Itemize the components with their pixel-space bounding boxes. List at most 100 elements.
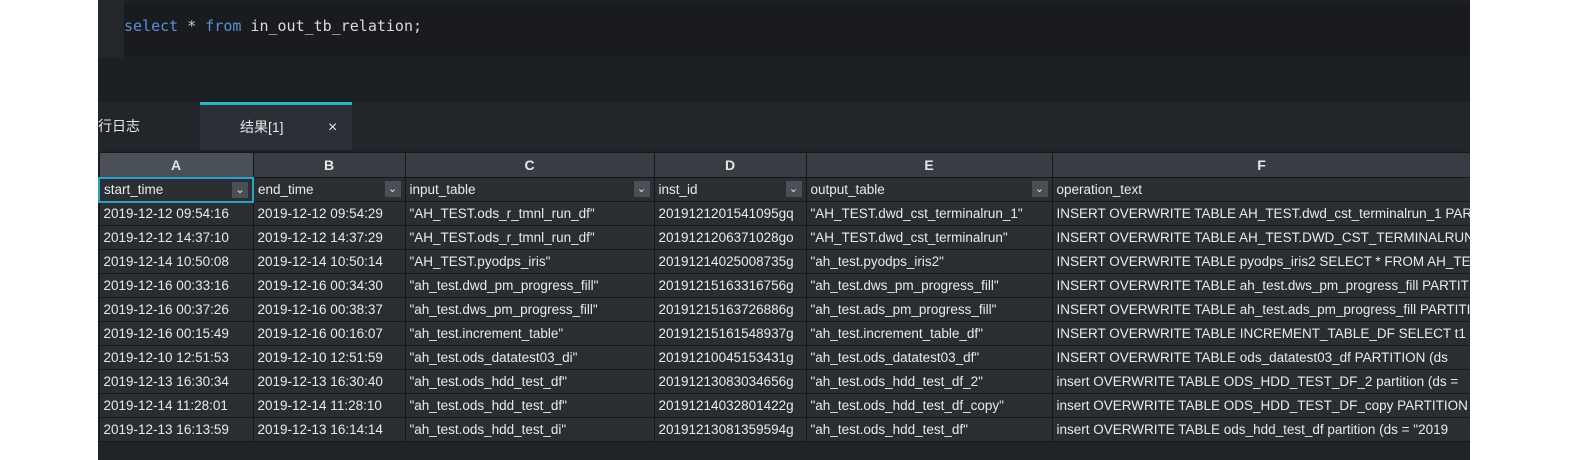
cell-output-table[interactable]: "ah_test.increment_table_df" [805, 321, 1053, 346]
cell-inst-id[interactable]: 20191215161548937g [653, 321, 807, 346]
header-operation-text[interactable]: operation_text [1051, 177, 1470, 202]
cell-inst-id[interactable]: 20191215163316756g [653, 273, 807, 298]
cell-end-time[interactable]: 2019-12-10 12:51:59 [252, 345, 406, 370]
column-letter-e[interactable]: E [805, 152, 1053, 178]
cell-start-time[interactable]: 2019-12-13 16:13:59 [98, 417, 254, 442]
cell-output-table[interactable]: "ah_test.dws_pm_progress_fill" [805, 273, 1053, 298]
table-row[interactable]: 2019-12-12 14:37:10 2019-12-12 14:37:29 "A… [98, 225, 1470, 250]
keyword-from: from [205, 17, 242, 35]
chevron-down-icon[interactable]: ⌄ [1031, 181, 1048, 197]
header-input-table[interactable]: input_table ⌄ [404, 177, 655, 202]
cell-end-time[interactable]: 2019-12-12 14:37:29 [252, 225, 406, 250]
sql-workbench: select * from in_out_tb_relation; 行日志 结果… [98, 0, 1470, 460]
cell-operation-text[interactable]: INSERT OVERWRITE TABLE INCREMENT_TABLE_D… [1051, 321, 1470, 346]
cell-end-time[interactable]: 2019-12-16 00:38:37 [252, 297, 406, 322]
cell-inst-id[interactable]: 20191213081359594g [653, 417, 807, 442]
cell-start-time[interactable]: 2019-12-16 00:33:16 [98, 273, 254, 298]
cell-start-time[interactable]: 2019-12-12 14:37:10 [98, 225, 254, 250]
cell-input-table[interactable]: "ah_test.ods_hdd_test_di" [404, 417, 655, 442]
field-header-row: start_time ⌄ end_time ⌄ input_table ⌄ in… [98, 176, 1470, 203]
cell-operation-text[interactable]: INSERT OVERWRITE TABLE ah_test.ads_pm_pr… [1051, 297, 1470, 322]
cell-inst-id[interactable]: 20191214032801422g [653, 393, 807, 418]
cell-inst-id[interactable]: 20191214025008735g [653, 249, 807, 274]
cell-operation-text[interactable]: INSERT OVERWRITE TABLE AH_TEST.dwd_cst_t… [1051, 201, 1470, 226]
cell-input-table[interactable]: "ah_test.dws_pm_progress_fill" [404, 297, 655, 322]
chevron-down-icon[interactable]: ⌄ [384, 181, 401, 197]
column-letter-d[interactable]: D [653, 152, 807, 178]
cell-start-time[interactable]: 2019-12-14 11:28:01 [98, 393, 254, 418]
header-end-time[interactable]: end_time ⌄ [252, 177, 406, 202]
cell-input-table[interactable]: "AH_TEST.ods_r_tmnl_run_df" [404, 225, 655, 250]
table-row[interactable]: 2019-12-14 11:28:01 2019-12-14 11:28:10 "a… [98, 393, 1470, 418]
cell-input-table[interactable]: "ah_test.ods_hdd_test_df" [404, 393, 655, 418]
cell-output-table[interactable]: "AH_TEST.dwd_cst_terminalrun_1" [805, 201, 1053, 226]
column-letter-c[interactable]: C [404, 152, 655, 178]
cell-input-table[interactable]: "AH_TEST.pyodps_iris" [404, 249, 655, 274]
cell-start-time[interactable]: 2019-12-12 09:54:16 [98, 201, 254, 226]
header-label: end_time [258, 182, 314, 197]
cell-input-table[interactable]: "ah_test.dwd_pm_progress_fill" [404, 273, 655, 298]
cell-inst-id[interactable]: 20191213083034656g [653, 369, 807, 394]
table-row[interactable]: 2019-12-12 09:54:16 2019-12-12 09:54:29 "A… [98, 201, 1470, 226]
keyword-select: select [124, 17, 179, 35]
cell-output-table[interactable]: "ah_test.ods_datatest03_df" [805, 345, 1053, 370]
cell-start-time[interactable]: 2019-12-14 10:50:08 [98, 249, 254, 274]
table-row[interactable]: 2019-12-13 16:13:59 2019-12-13 16:14:14 "a… [98, 417, 1470, 442]
cell-operation-text[interactable]: insert OVERWRITE TABLE ODS_HDD_TEST_DF_c… [1051, 393, 1470, 418]
code-line[interactable]: select * from in_out_tb_relation; [124, 17, 422, 35]
tab-run-log[interactable]: 行日志 [98, 102, 198, 150]
editor-gutter [98, 0, 124, 58]
sql-editor[interactable]: select * from in_out_tb_relation; [98, 0, 1470, 102]
cell-output-table[interactable]: "ah_test.pyodps_iris2" [805, 249, 1053, 274]
cell-inst-id[interactable]: 2019121201541095gq [653, 201, 807, 226]
column-letter-a[interactable]: A [98, 152, 254, 178]
cell-inst-id[interactable]: 20191210045153431g [653, 345, 807, 370]
cell-inst-id[interactable]: 2019121206371028go [653, 225, 807, 250]
cell-operation-text[interactable]: insert OVERWRITE TABLE ods_hdd_test_df p… [1051, 417, 1470, 442]
cell-end-time[interactable]: 2019-12-13 16:14:14 [252, 417, 406, 442]
header-inst-id[interactable]: inst_id ⌄ [653, 177, 807, 202]
cell-inst-id[interactable]: 20191215163726886g [653, 297, 807, 322]
table-row[interactable]: 2019-12-10 12:51:53 2019-12-10 12:51:59 "a… [98, 345, 1470, 370]
code-area[interactable]: select * from in_out_tb_relation; [124, 4, 1470, 56]
column-letter-b[interactable]: B [252, 152, 406, 178]
cell-output-table[interactable]: "ah_test.ods_hdd_test_df_copy" [805, 393, 1053, 418]
cell-input-table[interactable]: "ah_test.ods_hdd_test_df" [404, 369, 655, 394]
table-row[interactable]: 2019-12-16 00:37:26 2019-12-16 00:38:37 "a… [98, 297, 1470, 322]
cell-input-table[interactable]: "ah_test.increment_table" [404, 321, 655, 346]
column-letter-f[interactable]: F [1051, 152, 1470, 178]
header-output-table[interactable]: output_table ⌄ [805, 177, 1053, 202]
cell-input-table[interactable]: "AH_TEST.ods_r_tmnl_run_df" [404, 201, 655, 226]
cell-output-table[interactable]: "ah_test.ads_pm_progress_fill" [805, 297, 1053, 322]
cell-operation-text[interactable]: INSERT OVERWRITE TABLE AH_TEST.DWD_CST_T… [1051, 225, 1470, 250]
header-start-time[interactable]: start_time ⌄ [98, 176, 254, 203]
tab-result-1[interactable]: 结果[1] × [200, 102, 352, 150]
cell-output-table[interactable]: "AH_TEST.dwd_cst_terminalrun" [805, 225, 1053, 250]
cell-operation-text[interactable]: INSERT OVERWRITE TABLE pyodps_iris2 SELE… [1051, 249, 1470, 274]
table-row[interactable]: 2019-12-16 00:15:49 2019-12-16 00:16:07 "a… [98, 321, 1470, 346]
cell-end-time[interactable]: 2019-12-14 11:28:10 [252, 393, 406, 418]
cell-end-time[interactable]: 2019-12-14 10:50:14 [252, 249, 406, 274]
cell-input-table[interactable]: "ah_test.ods_datatest03_di" [404, 345, 655, 370]
cell-operation-text[interactable]: insert OVERWRITE TABLE ODS_HDD_TEST_DF_2… [1051, 369, 1470, 394]
cell-start-time[interactable]: 2019-12-13 16:30:34 [98, 369, 254, 394]
table-row[interactable]: 2019-12-16 00:33:16 2019-12-16 00:34:30 "a… [98, 273, 1470, 298]
cell-end-time[interactable]: 2019-12-13 16:30:40 [252, 369, 406, 394]
cell-output-table[interactable]: "ah_test.ods_hdd_test_df_2" [805, 369, 1053, 394]
result-table: A B C D E F start_time ⌄ end_time ⌄ inpu… [98, 152, 1470, 442]
cell-end-time[interactable]: 2019-12-16 00:34:30 [252, 273, 406, 298]
chevron-down-icon[interactable]: ⌄ [232, 181, 248, 198]
cell-output-table[interactable]: "ah_test.ods_hdd_test_df" [805, 417, 1053, 442]
table-row[interactable]: 2019-12-13 16:30:34 2019-12-13 16:30:40 "a… [98, 369, 1470, 394]
cell-operation-text[interactable]: INSERT OVERWRITE TABLE ah_test.dws_pm_pr… [1051, 273, 1470, 298]
cell-start-time[interactable]: 2019-12-10 12:51:53 [98, 345, 254, 370]
table-row[interactable]: 2019-12-14 10:50:08 2019-12-14 10:50:14 "A… [98, 249, 1470, 274]
cell-end-time[interactable]: 2019-12-16 00:16:07 [252, 321, 406, 346]
chevron-down-icon[interactable]: ⌄ [633, 181, 650, 197]
cell-end-time[interactable]: 2019-12-12 09:54:29 [252, 201, 406, 226]
cell-start-time[interactable]: 2019-12-16 00:15:49 [98, 321, 254, 346]
chevron-down-icon[interactable]: ⌄ [785, 181, 802, 197]
cell-operation-text[interactable]: INSERT OVERWRITE TABLE ods_datatest03_df… [1051, 345, 1470, 370]
close-icon[interactable]: × [328, 105, 337, 150]
cell-start-time[interactable]: 2019-12-16 00:37:26 [98, 297, 254, 322]
